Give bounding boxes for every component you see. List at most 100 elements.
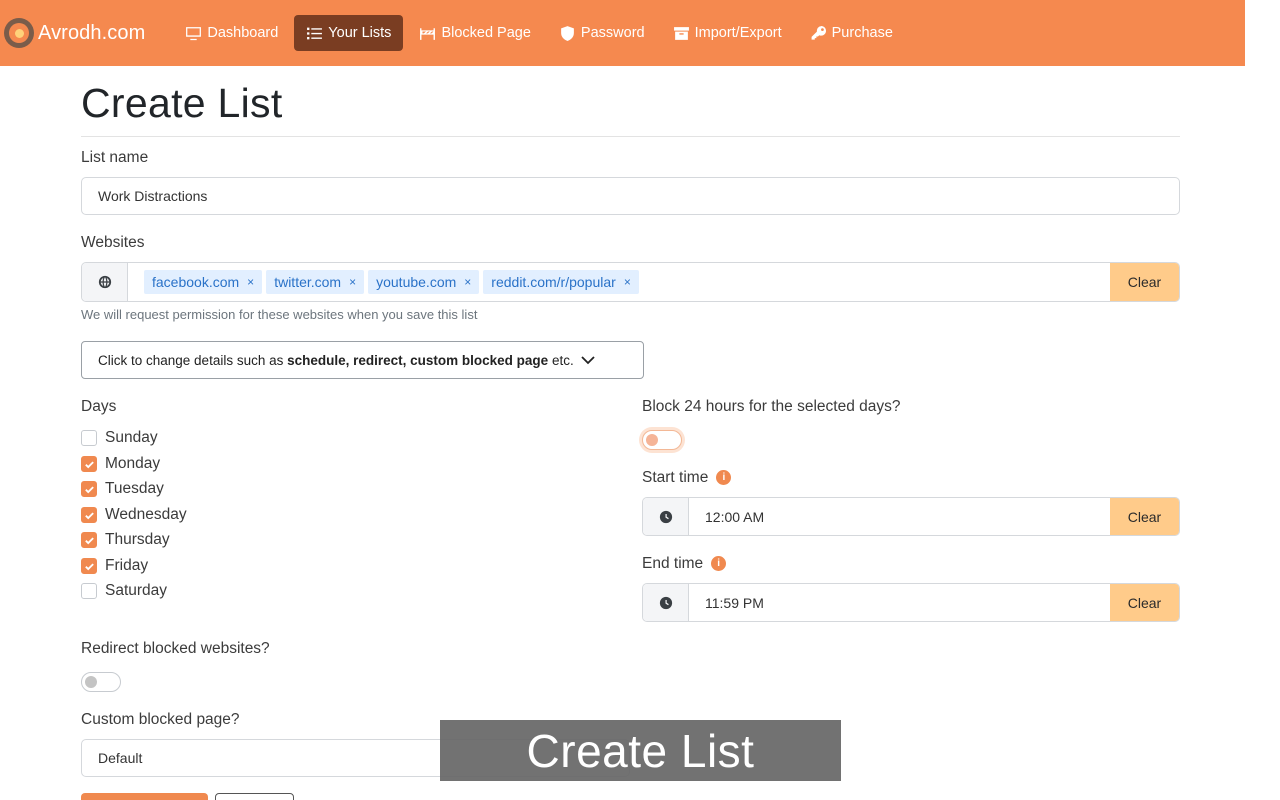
monitor-icon bbox=[186, 26, 202, 40]
list-name-label: List name bbox=[81, 149, 149, 166]
remove-tag-icon[interactable]: × bbox=[247, 275, 254, 289]
website-tag: facebook.com × bbox=[144, 270, 263, 294]
day-label: Monday bbox=[105, 455, 161, 472]
websites-input-group: facebook.com × twitter.com × youtube.com × … bbox=[81, 262, 1180, 302]
nav-label: Dashboard bbox=[207, 25, 279, 41]
title-divider bbox=[81, 136, 1180, 137]
websites-clear-button[interactable]: Clear bbox=[1110, 263, 1179, 301]
globe-icon bbox=[98, 275, 111, 289]
day-label: Friday bbox=[105, 557, 149, 574]
day-label: Thursday bbox=[105, 531, 170, 548]
day-checkbox[interactable] bbox=[81, 583, 97, 599]
end-time-addon bbox=[643, 584, 689, 621]
check-icon bbox=[84, 536, 94, 544]
redirect-toggle[interactable] bbox=[81, 672, 121, 692]
website-tag: twitter.com × bbox=[266, 270, 365, 294]
start-time-label-row: Start time i bbox=[642, 469, 732, 487]
day-label: Tuesday bbox=[105, 480, 164, 497]
submit-button[interactable] bbox=[81, 793, 208, 800]
clock-icon bbox=[659, 596, 672, 609]
start-time-label: Start time bbox=[642, 469, 709, 486]
day-saturday[interactable]: Saturday bbox=[81, 582, 167, 600]
websites-addon bbox=[82, 263, 128, 301]
start-time-clear-button[interactable]: Clear bbox=[1110, 498, 1179, 535]
brand[interactable]: Avrodh.com bbox=[4, 18, 145, 48]
websites-tag-input[interactable]: facebook.com × twitter.com × youtube.com × … bbox=[128, 263, 1110, 301]
cancel-button[interactable] bbox=[215, 793, 294, 800]
check-icon bbox=[84, 562, 94, 570]
remove-tag-icon[interactable]: × bbox=[464, 275, 471, 289]
start-time-input-group: 12:00 AM Clear bbox=[642, 497, 1180, 536]
brand-name: Avrodh.com bbox=[38, 21, 146, 44]
nav-label: Your Lists bbox=[328, 25, 392, 41]
nav-label: Import/Export bbox=[694, 25, 782, 41]
redirect-label: Redirect blocked websites? bbox=[81, 640, 270, 657]
block-24h-label: Block 24 hours for the selected days? bbox=[642, 398, 901, 415]
list-icon bbox=[307, 27, 323, 39]
day-checkbox[interactable] bbox=[81, 507, 97, 523]
end-time-input-group: 11:59 PM Clear bbox=[642, 583, 1180, 622]
details-bold: schedule, redirect, custom blocked page bbox=[287, 352, 549, 368]
day-checkbox[interactable] bbox=[81, 532, 97, 548]
day-monday[interactable]: Monday bbox=[81, 455, 160, 473]
day-label: Saturday bbox=[105, 582, 168, 599]
end-time-label-row: End time i bbox=[642, 555, 727, 573]
websites-label: Websites bbox=[81, 234, 145, 251]
website-tag-label: twitter.com bbox=[274, 274, 342, 290]
page-title: Create List bbox=[81, 80, 283, 126]
details-toggle-button[interactable]: Click to change details such as schedule… bbox=[81, 341, 644, 379]
chevron-down-icon bbox=[581, 356, 595, 365]
website-tag: reddit.com/r/popular × bbox=[483, 270, 639, 294]
end-time-value: 11:59 PM bbox=[705, 594, 764, 611]
day-checkbox[interactable] bbox=[81, 481, 97, 497]
info-icon[interactable]: i bbox=[716, 470, 732, 486]
details-prefix: Click to change details such as bbox=[98, 352, 288, 368]
info-icon[interactable]: i bbox=[711, 556, 727, 572]
check-icon bbox=[84, 460, 94, 468]
remove-tag-icon[interactable]: × bbox=[349, 275, 356, 289]
check-icon bbox=[84, 511, 94, 519]
day-label: Sunday bbox=[105, 429, 158, 446]
nav-item-password[interactable]: Password bbox=[547, 15, 657, 51]
start-time-input[interactable]: 12:00 AM bbox=[689, 498, 1110, 535]
website-tag-label: reddit.com/r/popular bbox=[491, 274, 616, 290]
day-sunday[interactable]: Sunday bbox=[81, 429, 158, 447]
day-friday[interactable]: Friday bbox=[81, 557, 148, 575]
end-time-clear-button[interactable]: Clear bbox=[1110, 584, 1179, 621]
days-label: Days bbox=[81, 398, 117, 415]
check-icon bbox=[84, 485, 94, 493]
nav-item-your-lists[interactable]: Your Lists bbox=[294, 15, 404, 51]
day-checkbox[interactable] bbox=[81, 430, 97, 446]
nav-item-blocked-page[interactable]: Blocked Page bbox=[407, 15, 542, 51]
remove-tag-icon[interactable]: × bbox=[624, 275, 631, 289]
clock-icon bbox=[659, 510, 672, 523]
barrier-icon bbox=[420, 27, 436, 40]
list-name-input[interactable]: Work Distractions bbox=[81, 177, 1180, 215]
nav-label: Purchase bbox=[831, 25, 893, 41]
custom-page-label: Custom blocked page? bbox=[81, 711, 240, 728]
start-time-value: 12:00 AM bbox=[705, 508, 765, 525]
toggle-knob bbox=[646, 434, 658, 446]
block-24h-toggle[interactable] bbox=[642, 430, 682, 450]
websites-help-text: We will request permission for these web… bbox=[81, 307, 478, 322]
toggle-knob bbox=[85, 676, 97, 688]
end-time-label: End time bbox=[642, 555, 704, 572]
nav-item-import-export[interactable]: Import/Export bbox=[661, 15, 794, 51]
website-tag: youtube.com × bbox=[368, 270, 480, 294]
day-wednesday[interactable]: Wednesday bbox=[81, 506, 187, 524]
day-thursday[interactable]: Thursday bbox=[81, 531, 170, 549]
nav-item-dashboard[interactable]: Dashboard bbox=[173, 15, 290, 51]
caption-overlay: Create List bbox=[440, 720, 841, 781]
nav-item-purchase[interactable]: Purchase bbox=[798, 15, 905, 51]
website-tag-label: facebook.com bbox=[152, 274, 240, 290]
nav-label: Password bbox=[580, 25, 645, 41]
website-tag-label: youtube.com bbox=[376, 274, 457, 290]
start-time-addon bbox=[643, 498, 689, 535]
archive-icon bbox=[673, 26, 689, 40]
end-time-input[interactable]: 11:59 PM bbox=[689, 584, 1110, 621]
day-tuesday[interactable]: Tuesday bbox=[81, 480, 164, 498]
day-checkbox[interactable] bbox=[81, 456, 97, 472]
day-checkbox[interactable] bbox=[81, 558, 97, 574]
details-suffix: etc. bbox=[548, 352, 574, 368]
list-name-value: Work Distractions bbox=[98, 188, 208, 204]
